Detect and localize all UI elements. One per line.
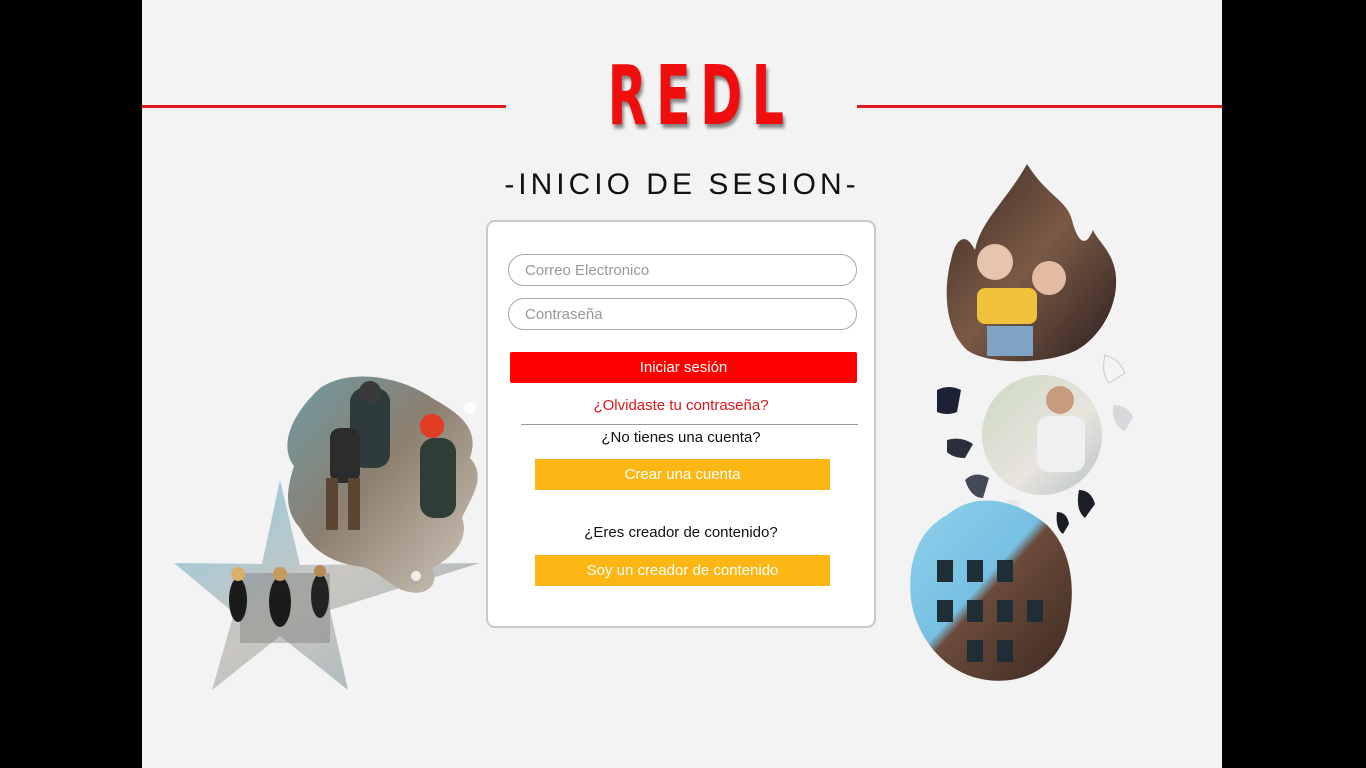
password-input[interactable]: [509, 299, 856, 329]
right-photo-collage: [910, 164, 1133, 681]
flame-photo: [946, 164, 1117, 362]
login-card: Iniciar sesión ¿Olvidaste tu contraseña?…: [486, 220, 876, 628]
create-account-button[interactable]: Crear una cuenta: [535, 459, 830, 490]
rounded-photo: [910, 500, 1072, 681]
no-account-text: ¿No tienes una cuenta?: [601, 429, 761, 446]
email-input[interactable]: [509, 255, 856, 285]
page-title: -INICIO DE SESION-: [504, 168, 860, 201]
creator-signup-button[interactable]: Soy un creador de contenido: [535, 555, 830, 586]
login-page: REDL -INICIO DE SESION- Correo Electroni…: [142, 0, 1222, 768]
creator-question-text: ¿Eres creador de contenido?: [584, 524, 778, 541]
forgot-password-link[interactable]: ¿Olvidaste tu contraseña?: [488, 397, 874, 414]
header-rule-right: [857, 105, 1222, 108]
header-rule-left: [142, 105, 506, 108]
left-photo-collage: [174, 376, 480, 690]
email-field[interactable]: [508, 254, 857, 286]
brand-logo: REDL: [607, 49, 794, 144]
login-button[interactable]: Iniciar sesión: [510, 352, 857, 383]
divider: [521, 424, 858, 425]
splash-photo: [287, 376, 478, 593]
password-field[interactable]: [508, 298, 857, 330]
